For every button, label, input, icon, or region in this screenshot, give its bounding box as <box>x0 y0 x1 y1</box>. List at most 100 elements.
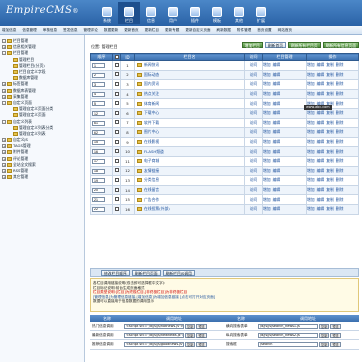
op-link[interactable]: 复制 <box>326 139 334 144</box>
tree-toggle-icon[interactable]: + <box>2 94 6 99</box>
op-link[interactable]: 删除 <box>336 91 344 96</box>
order-input[interactable] <box>92 101 105 107</box>
manage-link[interactable]: 编辑 <box>273 129 281 134</box>
column-name-link[interactable]: 国际动态 <box>144 72 159 77</box>
access-link[interactable]: 访问 <box>250 120 258 125</box>
op-link[interactable]: 增加 <box>307 129 315 134</box>
quick-link[interactable]: 增加信息 <box>2 28 16 33</box>
access-link[interactable]: 访问 <box>250 81 258 86</box>
sidebar-item[interactable]: + 其它管理 <box>0 174 84 180</box>
op-link[interactable]: 编辑 <box>317 177 325 182</box>
access-link[interactable]: 访问 <box>250 101 258 106</box>
nav-plugin[interactable]: 插件 <box>184 2 206 24</box>
manage-link[interactable]: 编辑 <box>273 91 281 96</box>
preview-button[interactable]: 预览 <box>196 323 207 329</box>
row-checkbox[interactable] <box>114 139 119 144</box>
quick-link[interactable]: 审核信息 <box>43 28 57 33</box>
op-link[interactable]: 复制 <box>326 72 334 77</box>
refresh-column-pages-button[interactable]: 刷新栏目页面 <box>131 269 161 276</box>
nav-user[interactable]: 用户 <box>162 2 184 24</box>
quick-link[interactable]: 更新自定义页面 <box>185 28 210 33</box>
access-link[interactable]: 访问 <box>250 206 258 211</box>
order-input[interactable] <box>92 139 105 145</box>
op-link[interactable]: 增加 <box>307 62 315 67</box>
column-name-link[interactable]: 分类信息 <box>144 177 159 182</box>
nav-extend[interactable]: 扩展 <box>250 2 272 24</box>
manage-link[interactable]: 编辑 <box>273 206 281 211</box>
access-link[interactable]: 访问 <box>250 197 258 202</box>
row-checkbox[interactable] <box>114 110 119 115</box>
op-link[interactable]: 编辑 <box>317 110 325 115</box>
quick-link[interactable]: 网站首页 <box>278 28 292 33</box>
manage-link[interactable]: 增加 <box>263 91 271 96</box>
manage-link[interactable]: 增加 <box>263 158 271 163</box>
manage-link[interactable]: 编辑 <box>273 177 281 182</box>
manage-link[interactable]: 增加 <box>263 101 271 106</box>
row-checkbox[interactable] <box>114 62 119 67</box>
row-checkbox[interactable] <box>114 187 119 192</box>
op-link[interactable]: 复制 <box>326 110 334 115</box>
manage-link[interactable]: 编辑 <box>273 158 281 163</box>
js-url-input[interactable] <box>124 341 184 347</box>
order-input[interactable] <box>92 63 105 69</box>
op-link[interactable]: 复制 <box>326 187 334 192</box>
op-link[interactable]: 增加 <box>307 139 315 144</box>
manage-link[interactable]: 编辑 <box>273 168 281 173</box>
manage-link[interactable]: 增加 <box>263 120 271 125</box>
manage-link[interactable]: 编辑 <box>273 81 281 86</box>
quick-link[interactable]: 首页设置 <box>257 28 271 33</box>
op-link[interactable]: 删除 <box>336 129 344 134</box>
column-name-link[interactable]: 新闻快讯 <box>144 62 159 67</box>
nav-system[interactable]: 系统 <box>96 2 118 24</box>
row-checkbox[interactable] <box>114 101 119 106</box>
copy-button[interactable]: 复制 <box>319 341 330 347</box>
tree-toggle-icon[interactable]: + <box>2 82 6 87</box>
row-checkbox[interactable] <box>114 149 119 154</box>
op-link[interactable]: 复制 <box>326 197 334 202</box>
column-name-link[interactable]: 软件下载 <box>144 120 159 125</box>
preview-button[interactable]: 预览 <box>330 332 341 338</box>
order-input[interactable] <box>92 206 105 212</box>
quick-link[interactable]: 信息管理 <box>22 28 36 33</box>
quick-link[interactable]: 刷新数据 <box>217 28 231 33</box>
manage-link[interactable]: 编辑 <box>273 110 281 115</box>
op-link[interactable]: 删除 <box>336 62 344 67</box>
row-checkbox[interactable] <box>114 91 119 96</box>
access-link[interactable]: 访问 <box>250 110 258 115</box>
order-input[interactable] <box>92 91 105 97</box>
row-checkbox[interactable] <box>114 129 119 134</box>
quick-link[interactable]: 更新首页 <box>124 28 138 33</box>
quick-link[interactable]: 附件管理 <box>237 28 251 33</box>
tree-toggle-icon[interactable]: - <box>2 51 6 56</box>
manage-link[interactable]: 增加 <box>263 139 271 144</box>
op-link[interactable]: 复制 <box>326 177 334 182</box>
column-name-link[interactable]: FLASH频道 <box>144 149 164 154</box>
tree-toggle-icon[interactable]: + <box>2 88 6 93</box>
js-url-input[interactable] <box>124 323 184 329</box>
op-link[interactable]: 编辑 <box>317 62 325 67</box>
tree-toggle-icon[interactable]: + <box>2 169 6 174</box>
column-name-link[interactable]: 在线影视 <box>144 139 159 144</box>
nav-column[interactable]: 栏目 <box>118 2 140 24</box>
column-name-link[interactable]: 体育新闻 <box>144 101 159 106</box>
tree-toggle-icon[interactable]: + <box>2 162 6 167</box>
order-input[interactable] <box>92 120 105 126</box>
preview-button[interactable]: 预览 <box>330 323 341 329</box>
op-link[interactable]: 增加 <box>307 81 315 86</box>
op-link[interactable]: 删除 <box>336 158 344 163</box>
op-link[interactable]: 增加 <box>307 110 315 115</box>
op-link[interactable]: 增加 <box>307 72 315 77</box>
row-checkbox[interactable] <box>114 158 119 163</box>
op-link[interactable]: 编辑 <box>317 158 325 163</box>
manage-link[interactable]: 编辑 <box>273 62 281 67</box>
tree-toggle-icon[interactable]: - <box>2 100 6 105</box>
manage-link[interactable]: 增加 <box>263 129 271 134</box>
op-link[interactable]: 删除 <box>336 81 344 86</box>
op-link[interactable]: 删除 <box>336 168 344 173</box>
op-link[interactable]: 编辑 <box>317 139 325 144</box>
op-link[interactable]: 删除 <box>336 120 344 125</box>
select-all-checkbox[interactable] <box>114 54 119 59</box>
refresh-all-info-button[interactable]: 刷新所有信息页面 <box>322 42 359 48</box>
op-link[interactable]: 删除 <box>336 110 344 115</box>
quick-link[interactable]: 签发信息 <box>63 28 77 33</box>
